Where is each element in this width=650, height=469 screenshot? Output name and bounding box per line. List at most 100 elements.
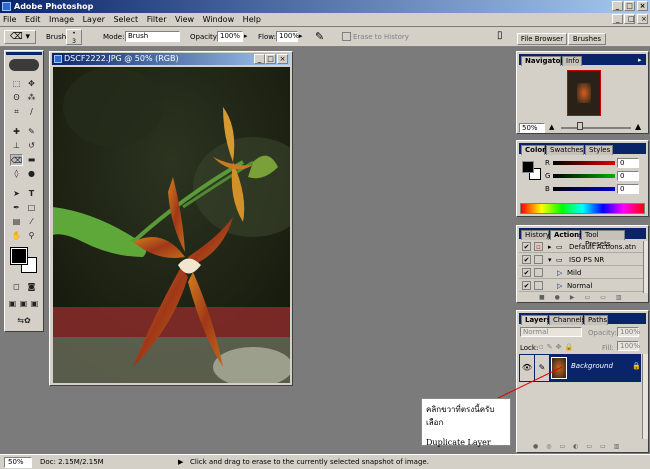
navigator-zoom-input[interactable]: 50% bbox=[519, 123, 545, 133]
menu-select[interactable]: Select bbox=[110, 13, 141, 26]
opacity-arrow-icon[interactable]: ▸ bbox=[244, 32, 248, 40]
eyedropper-tool-icon[interactable]: ⁄ bbox=[25, 216, 38, 228]
blend-mode-select[interactable]: Normal bbox=[520, 327, 582, 337]
menu-image[interactable]: Image bbox=[46, 13, 77, 26]
brush-picker[interactable]: • 3 bbox=[66, 29, 82, 45]
tab-info[interactable]: Info bbox=[562, 56, 582, 66]
tab-paths[interactable]: Paths bbox=[584, 315, 608, 325]
quick-mask-mode-icon[interactable]: ◙ bbox=[25, 281, 38, 293]
tab-tool-presets[interactable]: Tool Presets bbox=[581, 230, 625, 248]
canvas-image[interactable] bbox=[53, 67, 290, 383]
foreground-color-swatch[interactable] bbox=[10, 247, 28, 265]
action-set-default[interactable]: ✔ ▫ ▸ ▭ Default Actions.atn bbox=[519, 241, 643, 253]
menu-view[interactable]: View bbox=[172, 13, 197, 26]
zoom-slider-thumb[interactable] bbox=[577, 122, 583, 130]
zoom-tool-icon[interactable]: ⚲ bbox=[25, 230, 38, 242]
tab-brushes[interactable]: Brushes bbox=[568, 33, 606, 45]
color-fg-swatch[interactable] bbox=[522, 161, 534, 173]
document-close-button[interactable]: × bbox=[277, 54, 288, 64]
crop-tool-icon[interactable]: ⌗ bbox=[10, 106, 23, 118]
gradient-tool-icon[interactable]: ▬ bbox=[25, 154, 38, 166]
red-slider[interactable] bbox=[553, 161, 615, 165]
menu-window[interactable]: Window bbox=[200, 13, 238, 26]
action-triangle-icon[interactable]: ▷ bbox=[557, 267, 562, 279]
layers-button-bar[interactable]: ●◎▭◐▭▭▥ bbox=[519, 443, 646, 451]
move-tool-icon[interactable]: ✥ bbox=[25, 78, 38, 90]
eraser-tool-preset-icon[interactable]: ⌫ ▾ bbox=[4, 30, 36, 44]
navigator-thumbnail[interactable] bbox=[567, 70, 601, 116]
zoom-out-icon[interactable]: ▲ bbox=[549, 123, 554, 131]
flow-input[interactable]: 100% bbox=[276, 31, 299, 42]
action-normal[interactable]: ✔ ▷ Normal bbox=[519, 280, 643, 292]
doc-close-button[interactable]: × bbox=[637, 14, 648, 24]
layer-opacity-input[interactable]: 100% bbox=[617, 327, 640, 337]
notes-tool-icon[interactable]: ▤ bbox=[10, 216, 23, 228]
red-input[interactable]: 0 bbox=[617, 158, 639, 168]
action-toggle-check-icon[interactable]: ✔ bbox=[522, 242, 531, 251]
tab-layers[interactable]: Layers bbox=[521, 315, 551, 325]
magic-wand-tool-icon[interactable]: ⁂ bbox=[25, 92, 38, 104]
action-toggle-check-icon[interactable]: ✔ bbox=[522, 255, 531, 264]
shape-tool-icon[interactable]: □ bbox=[25, 202, 38, 214]
screen-mode-full-menu-icon[interactable]: ▣ bbox=[18, 298, 29, 310]
tab-navigator[interactable]: Navigator bbox=[521, 56, 564, 66]
doc-minimize-button[interactable]: _ bbox=[612, 14, 623, 24]
dodge-tool-icon[interactable]: ● bbox=[25, 168, 38, 180]
airbrush-icon[interactable]: ✎ bbox=[315, 30, 324, 43]
color-ramp[interactable] bbox=[520, 203, 645, 214]
menu-filter[interactable]: Filter bbox=[144, 13, 170, 26]
type-tool-icon[interactable]: T bbox=[25, 188, 38, 200]
history-brush-tool-icon[interactable]: ↺ bbox=[25, 140, 38, 152]
document-minimize-button[interactable]: _ bbox=[254, 54, 265, 64]
menu-file[interactable]: File bbox=[0, 13, 19, 26]
blur-tool-icon[interactable]: ◊ bbox=[10, 168, 23, 180]
clone-stamp-tool-icon[interactable]: ⊥ bbox=[10, 140, 23, 152]
zoom-slider[interactable] bbox=[561, 127, 631, 129]
close-button[interactable]: × bbox=[637, 1, 648, 11]
jump-to-imageready-icon[interactable]: ⇆✿ bbox=[10, 315, 38, 327]
screen-mode-standard-icon[interactable]: ▣ bbox=[7, 298, 18, 310]
doc-maximize-button[interactable]: □ bbox=[624, 14, 635, 24]
tab-swatches[interactable]: Swatches bbox=[546, 145, 584, 155]
actions-scrollbar[interactable] bbox=[643, 241, 648, 293]
tab-channels[interactable]: Channels bbox=[549, 315, 585, 325]
zoom-in-icon[interactable]: ▲ bbox=[635, 122, 641, 131]
actions-button-bar[interactable]: ■●▶▭▭▥ bbox=[519, 294, 646, 302]
action-toggle-check-icon[interactable]: ✔ bbox=[522, 281, 531, 290]
menu-edit[interactable]: Edit bbox=[22, 13, 44, 26]
opacity-input[interactable]: 100% bbox=[217, 31, 243, 42]
palette-well-icon[interactable]: ▯ bbox=[497, 30, 503, 41]
blue-slider[interactable] bbox=[553, 187, 615, 191]
action-mild[interactable]: ✔ ▷ Mild bbox=[519, 267, 643, 279]
blue-input[interactable]: 0 bbox=[617, 184, 639, 194]
erase-to-history-checkbox[interactable] bbox=[342, 32, 351, 41]
action-dialog-toggle-icon[interactable] bbox=[534, 268, 543, 277]
green-slider[interactable] bbox=[553, 174, 615, 178]
menu-layer[interactable]: Layer bbox=[80, 13, 108, 26]
minimize-button[interactable]: _ bbox=[612, 1, 623, 11]
tab-history[interactable]: History bbox=[521, 230, 550, 240]
action-toggle-check-icon[interactable]: ✔ bbox=[522, 268, 531, 277]
tab-color[interactable]: Color bbox=[521, 145, 546, 155]
fill-input[interactable]: 100% bbox=[617, 341, 640, 351]
flow-arrow-icon[interactable]: ▸ bbox=[299, 32, 303, 40]
action-dialog-toggle-icon[interactable] bbox=[534, 281, 543, 290]
maximize-button[interactable]: □ bbox=[624, 1, 635, 11]
expand-triangle-icon[interactable]: ▸ bbox=[548, 241, 552, 253]
action-dialog-toggle-icon[interactable]: ▫ bbox=[534, 242, 543, 251]
adobe-online-logo-icon[interactable] bbox=[9, 59, 39, 71]
eraser-tool-icon[interactable]: ⌫ bbox=[10, 154, 23, 166]
menu-help[interactable]: Help bbox=[240, 13, 264, 26]
collapse-triangle-icon[interactable]: ▾ bbox=[548, 254, 552, 266]
brush-tool-icon[interactable]: ✎ bbox=[25, 126, 38, 138]
layers-scrollbar[interactable] bbox=[642, 354, 648, 439]
lasso-tool-icon[interactable]: ʘ bbox=[10, 92, 23, 104]
tab-actions[interactable]: Actions bbox=[550, 230, 583, 240]
mode-select[interactable]: Brush bbox=[125, 31, 180, 42]
screen-mode-full-icon[interactable]: ▣ bbox=[29, 298, 40, 310]
marquee-tool-icon[interactable]: ⬚ bbox=[10, 78, 23, 90]
document-maximize-button[interactable]: □ bbox=[265, 54, 276, 64]
lock-icons[interactable]: ▫✎✥🔒 bbox=[539, 343, 576, 351]
pen-tool-icon[interactable]: ✒ bbox=[10, 202, 23, 214]
green-input[interactable]: 0 bbox=[617, 171, 639, 181]
